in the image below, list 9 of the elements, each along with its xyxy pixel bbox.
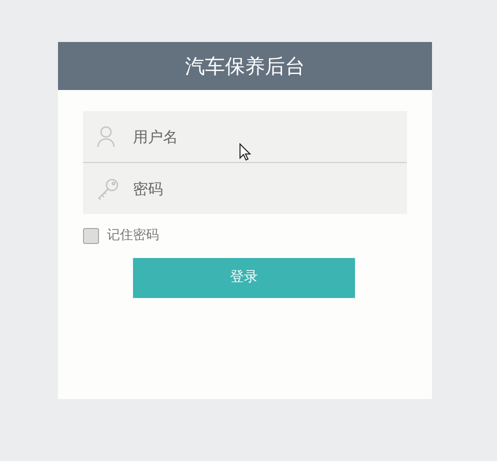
username-field[interactable]: 用户名: [83, 111, 407, 162]
user-icon: [97, 126, 115, 148]
mouse-pointer-icon: [239, 143, 251, 161]
key-icon: [97, 178, 119, 200]
remember-checkbox[interactable]: [83, 228, 99, 244]
login-button[interactable]: 登录: [133, 258, 355, 298]
page-title: 汽车保养后台: [185, 53, 305, 80]
password-field[interactable]: 密码: [83, 163, 407, 214]
remember-label: 记住密码: [107, 227, 159, 245]
